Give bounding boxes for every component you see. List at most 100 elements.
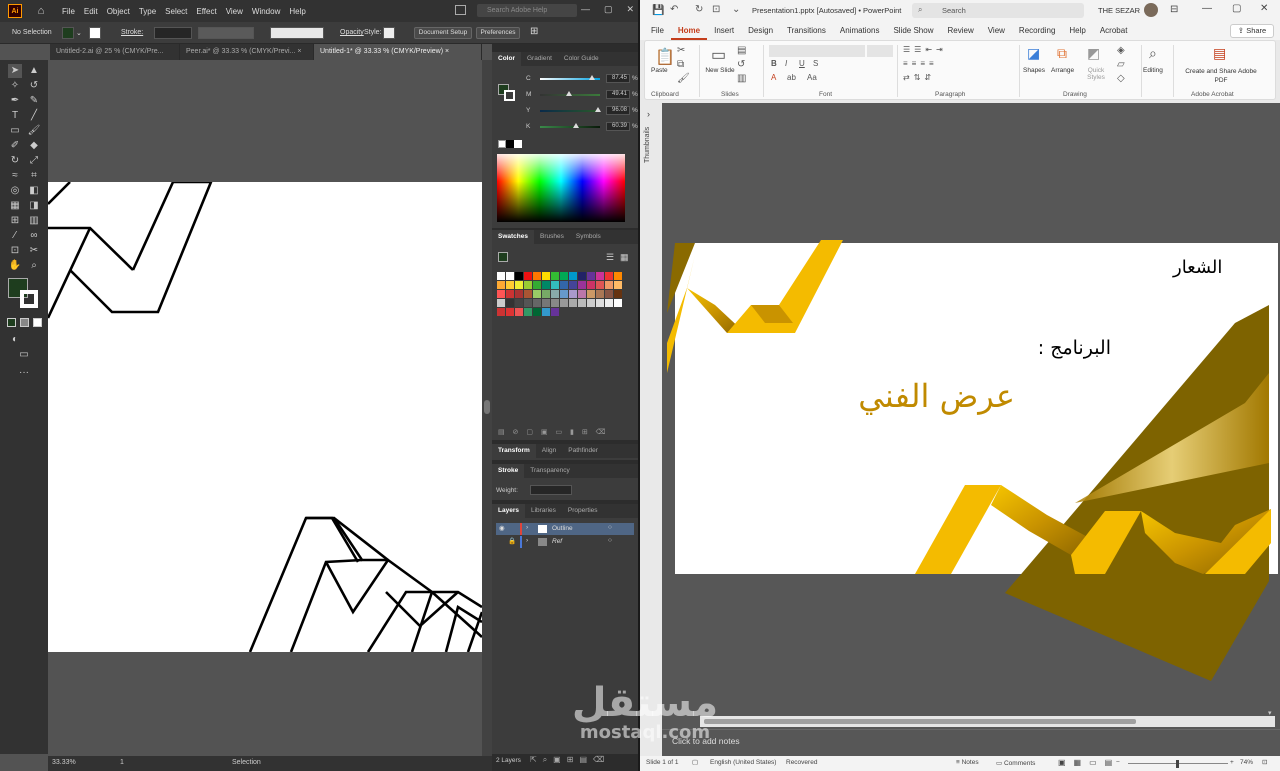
notes-button[interactable]: ≡ Notes xyxy=(956,759,979,766)
font-name-dropdown[interactable] xyxy=(769,45,865,57)
hand-tool-icon[interactable]: ✋ xyxy=(8,259,22,273)
minimize-icon[interactable]: — xyxy=(1202,3,1212,14)
shape-builder-icon[interactable]: ◎ xyxy=(8,184,22,198)
close-icon[interactable]: ✕ xyxy=(626,4,634,15)
slider-thumb[interactable] xyxy=(566,91,573,96)
color-swatch[interactable] xyxy=(569,281,577,289)
zoom-tool-icon[interactable]: ⌕ xyxy=(27,259,41,273)
pen-tool-icon[interactable]: ✒ xyxy=(8,94,22,108)
rotate-tool-icon[interactable]: ↻ xyxy=(8,154,22,168)
layer-name[interactable]: Outline xyxy=(552,525,573,532)
color-swatch[interactable] xyxy=(578,281,586,289)
line-tool-icon[interactable]: ╱ xyxy=(27,109,41,123)
grid-view-icon[interactable]: ▦ xyxy=(620,252,629,263)
tab-layers[interactable]: Layers xyxy=(492,504,525,518)
color-swatch[interactable] xyxy=(587,272,595,280)
magic-wand-icon[interactable]: ✧ xyxy=(8,79,22,93)
blend-tool-icon[interactable]: ∞ xyxy=(27,229,41,243)
maximize-icon[interactable]: ▢ xyxy=(604,4,613,15)
color-swatch[interactable] xyxy=(515,272,523,280)
layout-icon[interactable]: ▤ xyxy=(737,45,746,56)
expand-chevron-icon[interactable]: › xyxy=(526,537,528,544)
font-size-dropdown[interactable] xyxy=(867,45,893,57)
slider-track[interactable] xyxy=(540,75,600,80)
shapes-icon[interactable]: ◪ xyxy=(1027,45,1040,62)
tab-pathfinder[interactable]: Pathfinder xyxy=(562,444,604,458)
zoom-level[interactable]: 33.33% xyxy=(52,759,76,766)
color-swatch[interactable] xyxy=(515,281,523,289)
zoom-in-icon[interactable]: + xyxy=(1230,759,1234,766)
lock-icon[interactable]: 🔒 xyxy=(508,537,516,545)
tab-transparency[interactable]: Transparency xyxy=(524,464,576,478)
slider-value[interactable]: 49.41 xyxy=(606,90,630,99)
slider-thumb[interactable] xyxy=(589,75,596,80)
program-value[interactable]: عرض الفني xyxy=(825,377,1015,415)
font-color-icon[interactable]: A xyxy=(771,73,776,82)
italic-icon[interactable]: I xyxy=(785,59,787,68)
create-share-pdf-label[interactable]: Create and Share Adobe PDF xyxy=(1181,67,1261,85)
accessibility-icon[interactable]: ▢ xyxy=(692,758,698,766)
section-icon[interactable]: ▥ xyxy=(737,73,746,84)
shapes-button-label[interactable]: Shapes xyxy=(1023,67,1045,74)
stroke-weight-field[interactable] xyxy=(154,27,192,39)
black-slider[interactable]: K 60.39 % xyxy=(496,122,638,132)
color-swatch[interactable] xyxy=(587,299,595,307)
menu-object[interactable]: Object xyxy=(107,7,130,16)
scale-tool-icon[interactable]: ⤢ xyxy=(27,154,41,168)
new-slide-button-label[interactable]: New Slide xyxy=(705,67,735,74)
screen-mode-icon[interactable]: ▭ xyxy=(17,348,31,362)
color-swatch[interactable] xyxy=(506,308,514,316)
menu-file[interactable]: File xyxy=(62,7,75,16)
color-swatch[interactable] xyxy=(551,290,559,298)
color-swatch[interactable] xyxy=(569,290,577,298)
target-circle-icon[interactable]: ○ xyxy=(608,537,612,544)
undo-icon[interactable]: ↶ xyxy=(670,4,678,15)
artboard[interactable] xyxy=(48,182,482,652)
layer-actions-icons[interactable]: ⇱⌕▣⊞▤⌫ xyxy=(530,755,610,765)
logo-placeholder-text[interactable]: الشعار xyxy=(1173,257,1222,278)
color-swatch[interactable] xyxy=(605,290,613,298)
color-swatch[interactable] xyxy=(524,290,532,298)
color-swatch[interactable] xyxy=(515,299,523,307)
adobe-pdf-icon[interactable]: ▤ xyxy=(1213,45,1226,62)
color-swatch[interactable] xyxy=(560,290,568,298)
tab-design[interactable]: Design xyxy=(741,22,780,40)
warp-tool-icon[interactable]: ≈ xyxy=(8,169,22,183)
color-swatch[interactable] xyxy=(578,290,586,298)
lasso-icon[interactable]: ↺ xyxy=(27,79,41,93)
tab-transform[interactable]: Transform xyxy=(492,444,536,458)
weight-input[interactable] xyxy=(530,485,572,495)
shape-effects-icon[interactable]: ◇ xyxy=(1117,73,1125,84)
swatch-actions-icons[interactable]: ▤ ⊘ ▢ ▣ ▭ ▮ ⊞ ⌫ xyxy=(498,428,609,436)
color-swatch[interactable] xyxy=(524,272,532,280)
magenta-slider[interactable]: M 49.41 % xyxy=(496,90,638,100)
preferences-button[interactable]: Preferences xyxy=(476,27,520,39)
arrange-icon[interactable]: ⧉ xyxy=(1057,45,1067,62)
tab-recording[interactable]: Recording xyxy=(1012,22,1062,40)
graphic-style-swatch[interactable] xyxy=(383,27,395,39)
rectangle-tool-icon[interactable]: ▭ xyxy=(8,124,22,138)
comments-button[interactable]: ▭ Comments xyxy=(996,759,1035,767)
tab-view[interactable]: View xyxy=(981,22,1012,40)
shape-outline-icon[interactable]: ▱ xyxy=(1117,59,1125,70)
menu-select[interactable]: Select xyxy=(165,7,187,16)
direct-selection-tool-icon[interactable]: ▲ xyxy=(27,64,41,78)
fit-slide-icon[interactable]: ⊡ xyxy=(1262,758,1267,766)
color-swatch[interactable] xyxy=(497,290,505,298)
color-swatch[interactable] xyxy=(578,299,586,307)
color-swatch[interactable] xyxy=(524,308,532,316)
direction-icons[interactable]: ⇄⇅⇵ xyxy=(903,73,935,82)
shaper-tool-icon[interactable]: ✐ xyxy=(8,139,22,153)
color-swatch[interactable] xyxy=(569,299,577,307)
menu-window[interactable]: Window xyxy=(252,7,280,16)
underline-icon[interactable]: U xyxy=(799,59,805,68)
color-swatch[interactable] xyxy=(587,290,595,298)
curvature-tool-icon[interactable]: ✎ xyxy=(27,94,41,108)
variable-width-field[interactable] xyxy=(198,27,254,39)
minimize-icon[interactable]: — xyxy=(581,4,590,15)
tab-untitled-2[interactable]: Untitled-2.ai @ 25 % (CMYK/Pre... xyxy=(50,44,180,60)
color-swatch[interactable] xyxy=(542,281,550,289)
tab-color[interactable]: Color xyxy=(492,52,521,66)
expand-chevron-icon[interactable]: › xyxy=(647,109,650,119)
stroke-color-box[interactable] xyxy=(20,290,38,308)
